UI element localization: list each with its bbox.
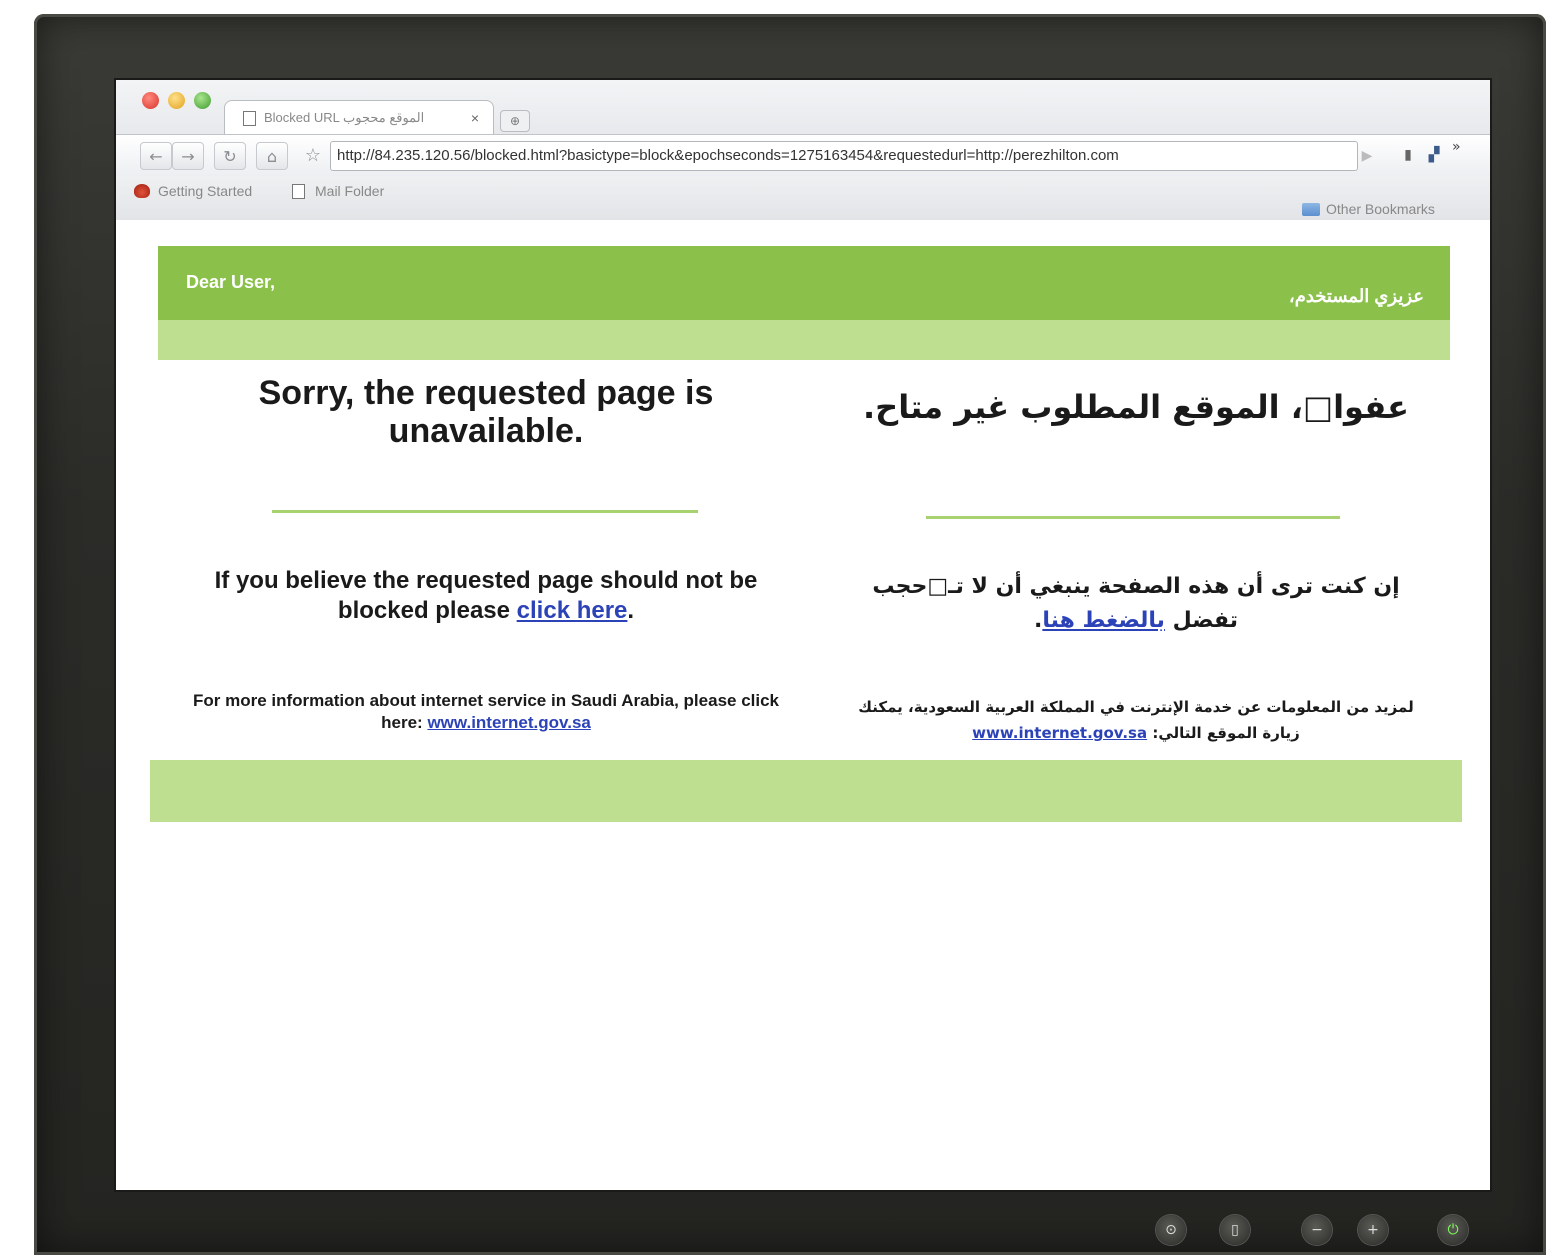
divider-arabic: [926, 516, 1340, 519]
internet-gov-link-arabic[interactable]: www.internet.gov.sa: [972, 724, 1147, 742]
info-english: For more information about internet serv…: [176, 690, 796, 734]
info-arabic: لمزيد من المعلومات عن خدمة الإنترنت في ا…: [846, 694, 1426, 746]
greeting-english: Dear User,: [186, 272, 276, 292]
header-banner-strip: [158, 320, 1450, 360]
arrow-left-icon: ←: [149, 146, 163, 166]
firefox-icon: [134, 184, 150, 198]
unblock-request-english: If you believe the requested page should…: [176, 566, 796, 626]
monitor-plus-icon[interactable]: +: [1358, 1215, 1388, 1245]
other-bookmarks-label: Other Bookmarks: [1326, 201, 1435, 217]
bookmark-label: Getting Started: [158, 183, 253, 199]
monitor-minus-icon[interactable]: −: [1302, 1215, 1332, 1245]
bookmark-mail-folder[interactable]: Mail Folder: [292, 180, 384, 202]
page-icon: [243, 110, 256, 126]
forward-button[interactable]: →: [172, 142, 204, 170]
bookmarks-bar: Getting Started Mail Folder Other Bookma…: [116, 176, 1490, 221]
unblock-text: If you believe the requested page should…: [214, 567, 758, 624]
header-banner: Dear User, عزيزي المستخدم،: [158, 246, 1450, 320]
divider-english: [272, 510, 698, 513]
chevron-more-icon[interactable]: »: [1452, 139, 1468, 159]
new-tab-button[interactable]: ⊕: [500, 110, 530, 132]
close-window-button[interactable]: [142, 92, 159, 109]
folder-icon: [1302, 202, 1320, 216]
bookmark-getting-started[interactable]: Getting Started: [134, 180, 252, 202]
browser-titlebar: Blocked URL الموقع محجوب × ⊕: [116, 80, 1490, 138]
greeting-arabic: عزيزي المستخدم،: [1288, 286, 1424, 306]
unblock-request-arabic: إن كنت ترى أن هذه الصفحة ينبغي أن لا تـ□…: [846, 570, 1426, 638]
click-here-link-arabic[interactable]: بالضغط هنا: [1042, 608, 1165, 633]
home-button[interactable]: ⌂: [256, 142, 288, 170]
bookmark-star-button[interactable]: ☆: [298, 142, 328, 168]
home-icon: ⌂: [266, 146, 278, 166]
footer-band: [150, 760, 1462, 822]
arrow-right-icon: →: [181, 146, 195, 166]
monitor-menu-icon[interactable]: ▯: [1220, 1215, 1250, 1245]
internet-gov-link[interactable]: www.internet.gov.sa: [427, 713, 590, 732]
monitor-input-icon[interactable]: ⊙: [1156, 1215, 1186, 1245]
wrench-menu-icon[interactable]: ▞: [1422, 143, 1446, 167]
reload-button[interactable]: ↻: [214, 142, 246, 170]
minimize-window-button[interactable]: [168, 92, 185, 109]
go-icon[interactable]: ▶: [1356, 145, 1378, 167]
unblock-suffix: .: [627, 597, 635, 624]
tab-title: Blocked URL الموقع محجوب: [264, 110, 425, 125]
page-menu-icon[interactable]: ▮: [1398, 143, 1418, 167]
bookmark-label: Mail Folder: [315, 183, 385, 199]
click-here-link[interactable]: click here: [517, 597, 628, 624]
tab-close-icon[interactable]: ×: [465, 110, 485, 126]
star-icon: ☆: [304, 144, 322, 166]
address-bar[interactable]: http://84.235.120.56/blocked.html?basict…: [330, 141, 1358, 171]
browser-tab[interactable]: Blocked URL الموقع محجوب ×: [224, 100, 494, 135]
heading-arabic: عفوا□، الموقع المطلوب غير متاح.: [862, 388, 1409, 426]
zoom-window-button[interactable]: [194, 92, 211, 109]
other-bookmarks-button[interactable]: Other Bookmarks: [1302, 198, 1435, 220]
heading-english: Sorry, the requested page is unavailable…: [258, 374, 714, 450]
power-icon[interactable]: ⏻: [1438, 1215, 1468, 1245]
document-icon: [292, 183, 305, 199]
browser-toolbar: ← → ↻ ⌂ ☆ http://84.235.120.56/blocked.h…: [116, 134, 1490, 177]
page-content: Dear User, عزيزي المستخدم، Sorry, the re…: [116, 220, 1490, 1190]
reload-icon: ↻: [223, 146, 237, 166]
back-button[interactable]: ←: [140, 142, 172, 170]
screen: Blocked URL الموقع محجوب × ⊕ ← → ↻ ⌂ ☆ h…: [116, 80, 1490, 1190]
